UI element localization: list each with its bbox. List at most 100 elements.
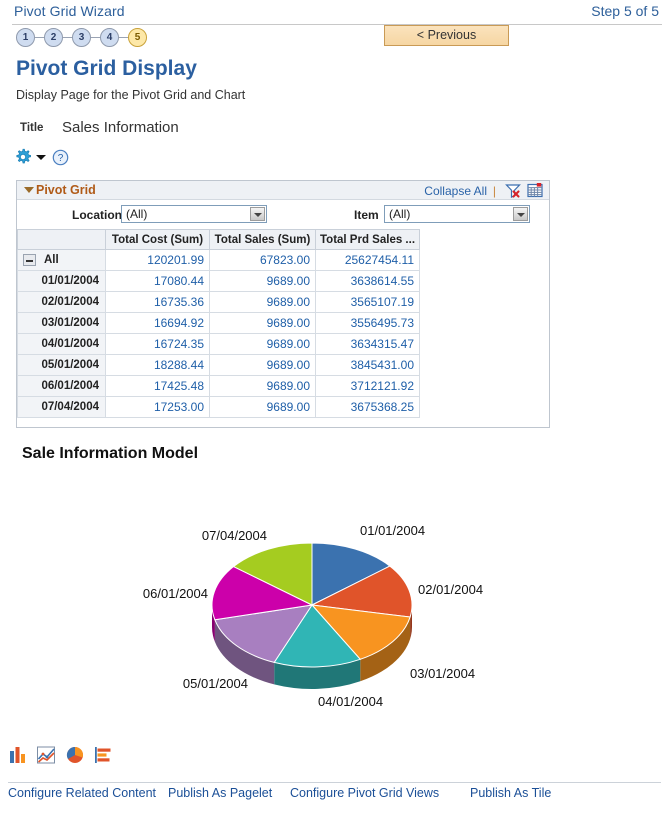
wizard-title: Pivot Grid Wizard: [14, 3, 125, 19]
footer-link-2[interactable]: Configure Pivot Grid Views: [290, 786, 439, 800]
column-header-3[interactable]: Total Prd Sales ...: [315, 229, 420, 250]
cell-value[interactable]: 16724.35: [105, 333, 210, 355]
footer-link-1[interactable]: Publish As Pagelet: [168, 786, 272, 800]
pie-slice-label: 05/01/2004: [183, 676, 248, 691]
column-header-2[interactable]: Total Sales (Sum): [209, 229, 316, 250]
table-row: All 120201.99 67823.00 25627454.11: [17, 249, 420, 271]
table-row: 04/01/2004 16724.35 9689.00 3634315.47: [17, 333, 420, 355]
step-connector: [119, 37, 128, 38]
wizard-step-5[interactable]: 5: [128, 28, 147, 47]
title-field-value: Sales Information: [62, 119, 179, 136]
cell-value[interactable]: 3638614.55: [315, 270, 420, 292]
pie-slice-label: 03/01/2004: [410, 666, 475, 681]
cell-value[interactable]: 3556495.73: [315, 312, 420, 334]
table-body: All 120201.99 67823.00 25627454.11 01/01/200…: [17, 249, 420, 418]
collapse-arrow-icon[interactable]: [24, 187, 34, 193]
wizard-header: Pivot Grid Wizard Step 5 of 5: [0, 0, 669, 25]
pie-slice-label: 02/01/2004: [418, 582, 483, 597]
cell-value[interactable]: 3675368.25: [315, 396, 420, 418]
pivot-grid-panel: Pivot Grid Collapse All | Location (All)…: [16, 180, 550, 428]
column-header-0: [17, 229, 106, 250]
chevron-down-icon[interactable]: [36, 155, 46, 160]
footer-links: Configure Related Content Publish As Page…: [0, 786, 669, 806]
title-field-label: Title: [20, 122, 44, 134]
footer-link-3[interactable]: Publish As Tile: [470, 786, 551, 800]
cell-value[interactable]: 9689.00: [209, 291, 316, 313]
wizard-step-4[interactable]: 4: [100, 28, 119, 47]
cell-value[interactable]: 17425.48: [105, 375, 210, 397]
pie-slice-label: 06/01/2004: [143, 586, 208, 601]
collapse-all-link[interactable]: Collapse All: [424, 184, 487, 198]
table-row: 05/01/2004 18288.44 9689.00 3845431.00: [17, 354, 420, 376]
cell-value[interactable]: 3712121.92: [315, 375, 420, 397]
pie-chart[interactable]: 01/01/2004 02/01/2004 03/01/2004 04/01/2004…: [0, 490, 669, 720]
column-header-1[interactable]: Total Cost (Sum): [105, 229, 210, 250]
cell-value[interactable]: 120201.99: [105, 249, 210, 271]
gear-icon[interactable]: [14, 148, 32, 171]
pivot-filters: Location (All) Item (All): [17, 200, 549, 228]
table-row: 07/04/2004 17253.00 9689.00 3675368.25: [17, 396, 420, 418]
cell-value[interactable]: 3634315.47: [315, 333, 420, 355]
table-header-row: Total Cost (Sum) Total Sales (Sum) Total P…: [17, 229, 420, 250]
table-row: 02/01/2004 16735.36 9689.00 3565107.19: [17, 291, 420, 313]
row-label: 01/01/2004: [17, 270, 106, 292]
line-chart-icon[interactable]: [36, 745, 56, 770]
chevron-down-icon[interactable]: [250, 207, 265, 221]
wizard-step-3[interactable]: 3: [72, 28, 91, 47]
filter-select-location[interactable]: (All): [121, 205, 267, 223]
chevron-down-icon[interactable]: [513, 207, 528, 221]
wizard-step-2[interactable]: 2: [44, 28, 63, 47]
cell-value[interactable]: 9689.00: [209, 312, 316, 334]
step-connector: [63, 37, 72, 38]
row-label: 03/01/2004: [17, 312, 106, 334]
cell-value[interactable]: 17253.00: [105, 396, 210, 418]
cell-value[interactable]: 16735.36: [105, 291, 210, 313]
table-row: 03/01/2004 16694.92 9689.00 3556495.73: [17, 312, 420, 334]
wizard-step-tracker: 12345: [16, 28, 147, 47]
cell-value[interactable]: 9689.00: [209, 333, 316, 355]
filter-label-item: Item: [354, 208, 379, 222]
pie-slice-label: 04/01/2004: [318, 694, 383, 709]
cell-value[interactable]: 9689.00: [209, 375, 316, 397]
cell-value[interactable]: 17080.44: [105, 270, 210, 292]
wizard-step-1[interactable]: 1: [16, 28, 35, 47]
pie-slice-label: 07/04/2004: [202, 528, 267, 543]
cell-value[interactable]: 67823.00: [209, 249, 316, 271]
filter-label-location: Location: [72, 208, 122, 222]
cell-value[interactable]: 16694.92: [105, 312, 210, 334]
cell-value[interactable]: 9689.00: [209, 354, 316, 376]
footer-divider: [8, 782, 661, 783]
row-label: 07/04/2004: [17, 396, 106, 418]
cell-value[interactable]: 25627454.11: [315, 249, 420, 271]
bar-chart-icon[interactable]: [8, 745, 28, 770]
pie-chart-icon[interactable]: [65, 745, 85, 770]
header-divider: [12, 24, 662, 25]
step-connector: [35, 37, 44, 38]
step-connector: [91, 37, 100, 38]
table-row: 01/01/2004 17080.44 9689.00 3638614.55: [17, 270, 420, 292]
page-subtitle: Display Page for the Pivot Grid and Char…: [16, 88, 246, 102]
footer-link-0[interactable]: Configure Related Content: [8, 786, 156, 800]
table-row: 06/01/2004 17425.48 9689.00 3712121.92: [17, 375, 420, 397]
cell-value[interactable]: 3845431.00: [315, 354, 420, 376]
cell-value[interactable]: 9689.00: [209, 270, 316, 292]
pivot-grid-table: Total Cost (Sum) Total Sales (Sum) Total P…: [17, 229, 420, 418]
svg-text:?: ?: [58, 153, 64, 164]
cell-value[interactable]: 9689.00: [209, 396, 316, 418]
cell-value[interactable]: 18288.44: [105, 354, 210, 376]
collapse-row-icon[interactable]: [23, 254, 36, 266]
help-icon[interactable]: ?: [52, 149, 69, 171]
filter-select-item[interactable]: (All): [384, 205, 530, 223]
row-label: 02/01/2004: [17, 291, 106, 313]
step-indicator: Step 5 of 5: [591, 3, 659, 19]
previous-button[interactable]: < Previous: [384, 25, 509, 46]
horizontal-bar-chart-icon[interactable]: [93, 745, 113, 770]
row-label: 05/01/2004: [17, 354, 106, 376]
cell-value[interactable]: 3565107.19: [315, 291, 420, 313]
row-label: All: [17, 249, 106, 271]
toolbar-separator: |: [492, 184, 496, 198]
pie-slice-label: 01/01/2004: [360, 523, 425, 538]
filter-value-item: (All): [389, 207, 411, 221]
pivot-grid-panel-header: Pivot Grid Collapse All |: [17, 181, 549, 200]
pivot-grid-wizard-page: Pivot Grid Wizard Step 5 of 5 12345 < Pr…: [0, 0, 669, 819]
